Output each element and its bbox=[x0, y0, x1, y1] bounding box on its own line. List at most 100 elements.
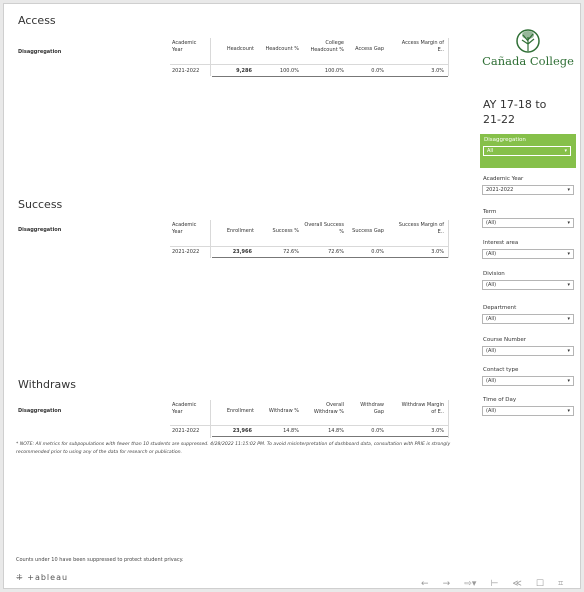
access-row-year: 2021-2022 bbox=[172, 68, 200, 74]
success-row-label: Disaggregation bbox=[18, 227, 62, 233]
success-row-year: 2021-2022 bbox=[172, 249, 200, 255]
time-of-day-dropdown[interactable]: (All) ▾ bbox=[482, 406, 574, 416]
division-dropdown[interactable]: (All) ▾ bbox=[482, 280, 574, 290]
success-header-rule bbox=[170, 246, 449, 247]
success-header-enrollment: Enrollment bbox=[226, 228, 254, 234]
withdraws-header-year: Academic Year bbox=[172, 402, 197, 415]
dropdown-value: (All) bbox=[486, 282, 497, 288]
withdraws-row-label: Disaggregation bbox=[18, 408, 62, 414]
access-cell: 9,286 bbox=[236, 68, 252, 74]
toolbar: ← → ⇨▾ ⊢ ≪ ☐ ⌗ bbox=[412, 571, 563, 590]
privacy-footnote: Counts under 10 have been suppressed to … bbox=[16, 557, 184, 563]
success-cell: 72.6% bbox=[328, 249, 344, 255]
pause-icon[interactable]: ⊢ bbox=[490, 579, 498, 589]
success-header-gap: Success Gap bbox=[352, 228, 384, 234]
share-icon[interactable]: ≪ bbox=[512, 579, 521, 589]
filter-label-disaggregation: Disaggregation bbox=[484, 137, 526, 143]
access-header-college-pct: College Headcount % bbox=[310, 40, 344, 53]
success-divider bbox=[448, 220, 449, 258]
tableau-logo[interactable]: ⁜ +ableau bbox=[16, 573, 68, 582]
dropdown-value: (All) bbox=[486, 251, 497, 257]
access-divider bbox=[448, 38, 449, 76]
withdraws-header-overall: Overall Withdraw % bbox=[313, 402, 344, 415]
college-logo: Cañada College bbox=[482, 27, 574, 69]
success-header-moe: Success Margin of E.. bbox=[398, 222, 444, 235]
filter-label-interest-area: Interest area bbox=[483, 240, 519, 246]
success-header-year: Academic Year bbox=[172, 222, 197, 235]
access-header-moe: Access Margin of E.. bbox=[401, 40, 444, 53]
chevron-down-icon: ▾ bbox=[567, 378, 570, 384]
withdraws-header-enrollment: Enrollment bbox=[226, 408, 254, 414]
access-header-year: Academic Year bbox=[172, 40, 197, 53]
success-header-success-pct: Success % bbox=[272, 228, 299, 234]
withdraws-row-year: 2021-2022 bbox=[172, 428, 200, 434]
dropdown-value: (All) bbox=[486, 408, 497, 414]
disaggregation-dropdown[interactable]: All ▾ bbox=[483, 146, 571, 156]
access-row-label: Disaggregation bbox=[18, 49, 62, 55]
success-cell: 3.0% bbox=[431, 249, 444, 255]
filter-label-contact-type: Contact type bbox=[483, 367, 519, 373]
academic-year-dropdown[interactable]: 2021-2022 ▾ bbox=[482, 185, 574, 195]
chevron-down-icon: ▾ bbox=[567, 282, 570, 288]
contact-type-dropdown[interactable]: (All) ▾ bbox=[482, 376, 574, 386]
dropdown-value: All bbox=[487, 148, 494, 154]
chevron-down-icon: ▾ bbox=[564, 148, 567, 154]
dropdown-value: (All) bbox=[486, 348, 497, 354]
success-row-rule bbox=[212, 257, 448, 258]
filter-label-division: Division bbox=[483, 271, 505, 277]
success-title: Success bbox=[18, 198, 63, 211]
chevron-down-icon: ▾ bbox=[567, 408, 570, 414]
filter-label-department: Department bbox=[483, 305, 517, 311]
undo-icon[interactable]: ← bbox=[421, 579, 429, 589]
success-divider bbox=[210, 220, 211, 258]
access-title: Access bbox=[18, 14, 56, 27]
withdraws-cell: 14.8% bbox=[328, 428, 344, 434]
access-cell: 100.0% bbox=[324, 68, 344, 74]
withdraws-header-withdraw-pct: Withdraw % bbox=[268, 408, 299, 414]
withdraws-divider bbox=[448, 400, 449, 438]
access-header-headcount: Headcount bbox=[226, 46, 254, 52]
withdraws-title: Withdraws bbox=[18, 378, 76, 391]
dropdown-value: 2021-2022 bbox=[486, 187, 514, 193]
course-number-dropdown[interactable]: (All) ▾ bbox=[482, 346, 574, 356]
withdraws-row-rule bbox=[212, 436, 448, 437]
college-logo-text: Cañada College bbox=[482, 54, 574, 68]
access-header-rule bbox=[170, 64, 449, 65]
fullscreen-icon[interactable]: ⌗ bbox=[558, 579, 563, 589]
term-dropdown[interactable]: (All) ▾ bbox=[482, 218, 574, 228]
dropdown-value: (All) bbox=[486, 378, 497, 384]
access-header-gap: Access Gap bbox=[355, 46, 384, 52]
disclaimer-note: * NOTE: All metrics for subpopulations w… bbox=[16, 442, 451, 455]
success-header-overall: Overall Success % bbox=[304, 222, 344, 235]
withdraws-cell: 3.0% bbox=[431, 428, 444, 434]
chevron-down-icon: ▾ bbox=[567, 251, 570, 257]
tableau-logo-text: +ableau bbox=[27, 573, 69, 582]
interest-area-dropdown[interactable]: (All) ▾ bbox=[482, 249, 574, 259]
tableau-mark-icon: ⁜ bbox=[16, 573, 24, 582]
access-divider bbox=[210, 38, 211, 76]
redo-icon[interactable]: → bbox=[443, 579, 451, 589]
chevron-down-icon: ▾ bbox=[567, 187, 570, 193]
success-cell: 0.0% bbox=[371, 249, 384, 255]
success-cell: 72.6% bbox=[283, 249, 299, 255]
revert-icon[interactable]: ⇨▾ bbox=[464, 579, 476, 589]
access-cell: 0.0% bbox=[371, 68, 384, 74]
chevron-down-icon: ▾ bbox=[567, 220, 570, 226]
filter-label-term: Term bbox=[483, 209, 497, 215]
dashboard-frame bbox=[3, 3, 581, 589]
filter-label-course-number: Course Number bbox=[483, 337, 527, 343]
filter-label-academic-year: Academic Year bbox=[483, 176, 524, 182]
range-title: AY 17-18 to 21-22 bbox=[483, 98, 547, 126]
withdraws-divider bbox=[210, 400, 211, 438]
department-dropdown[interactable]: (All) ▾ bbox=[482, 314, 574, 324]
withdraws-cell: 23,966 bbox=[232, 428, 252, 434]
access-header-headcount-pct: Headcount % bbox=[265, 46, 299, 52]
withdraws-cell: 0.0% bbox=[371, 428, 384, 434]
chevron-down-icon: ▾ bbox=[567, 348, 570, 354]
success-cell: 23,966 bbox=[232, 249, 252, 255]
access-row-rule bbox=[212, 76, 448, 77]
withdraws-cell: 14.8% bbox=[283, 428, 299, 434]
withdraws-header-gap: Withdraw Gap bbox=[360, 402, 384, 415]
comment-icon[interactable]: ☐ bbox=[536, 579, 544, 589]
withdraws-header-rule bbox=[170, 425, 449, 426]
